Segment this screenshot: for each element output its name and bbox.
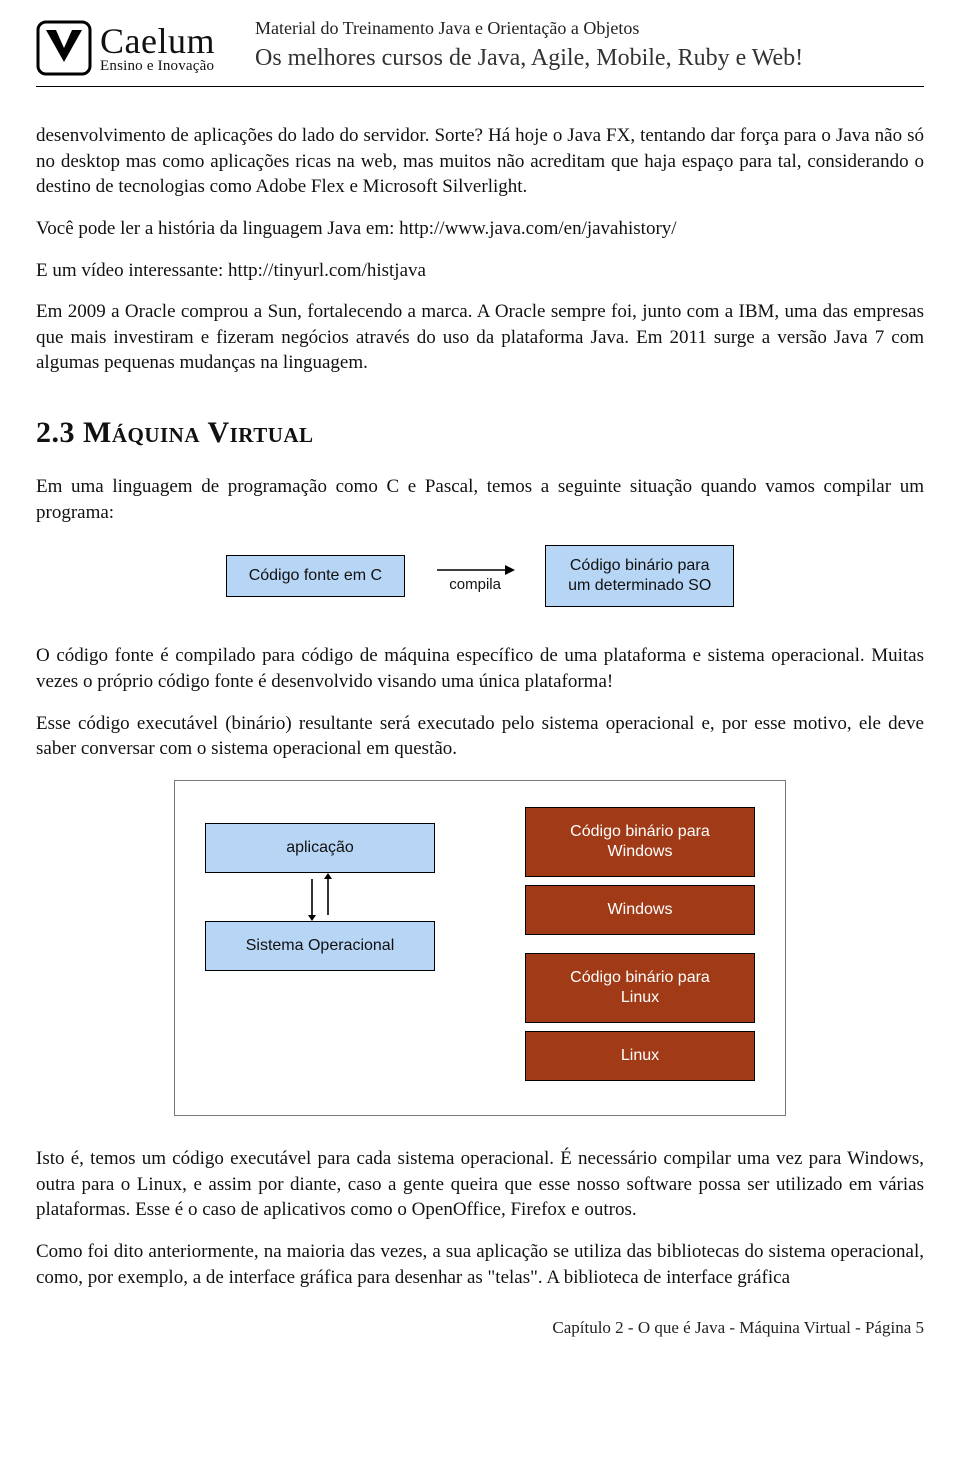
courses-tagline: Os melhores cursos de Java, Agile, Mobil…	[255, 45, 924, 72]
paragraph: O código fonte é compilado para código d…	[36, 643, 924, 694]
section-heading: 2.3 Máquina Virtual	[36, 416, 924, 450]
page-footer: Capítulo 2 - O que é Java - Máquina Virt…	[36, 1318, 924, 1338]
double-arrow-icon	[300, 873, 340, 921]
paragraph: desenvolvimento de aplicações do lado do…	[36, 123, 924, 200]
arrow-compile: compila	[435, 560, 515, 593]
caelum-logo-icon	[36, 20, 92, 76]
box-binary-so: Código binário para um determinado SO	[545, 545, 734, 607]
box-linux: Linux	[525, 1031, 755, 1081]
box-binary-windows: Código binário para Windows	[525, 807, 755, 877]
arrow-label: compila	[449, 576, 501, 593]
paragraph: E um vídeo interessante: http://tinyurl.…	[36, 258, 924, 284]
logo: Caelum Ensino e Inovação	[36, 14, 215, 76]
box-windows: Windows	[525, 885, 755, 935]
box-source-c: Código fonte em C	[226, 555, 405, 597]
paragraph: Você pode ler a história da linguagem Ja…	[36, 216, 924, 242]
paragraph: Esse código executável (binário) resulta…	[36, 711, 924, 762]
paragraph: Isto é, temos um código executável para …	[36, 1146, 924, 1223]
header-divider	[36, 86, 924, 87]
box-os: Sistema Operacional	[205, 921, 435, 971]
box-application: aplicação	[205, 823, 435, 873]
logo-brand: Caelum	[100, 23, 215, 59]
paragraph: Em uma linguagem de programação como C e…	[36, 474, 924, 525]
paragraph: Como foi dito anteriormente, na maioria …	[36, 1239, 924, 1290]
training-material-note: Material do Treinamento Java e Orientaçã…	[255, 18, 924, 39]
logo-tagline: Ensino e Inovação	[100, 59, 215, 74]
paragraph: Em 2009 a Oracle comprou a Sun, fortalec…	[36, 299, 924, 376]
compile-diagram: Código fonte em C compila Código binário…	[36, 545, 924, 607]
page-header: Caelum Ensino e Inovação Material do Tre…	[36, 14, 924, 76]
box-binary-linux: Código binário para Linux	[525, 953, 755, 1023]
logo-text: Caelum Ensino e Inovação	[100, 23, 215, 74]
os-binary-diagram: aplicação Sistema Operacional Código bin…	[36, 780, 924, 1116]
